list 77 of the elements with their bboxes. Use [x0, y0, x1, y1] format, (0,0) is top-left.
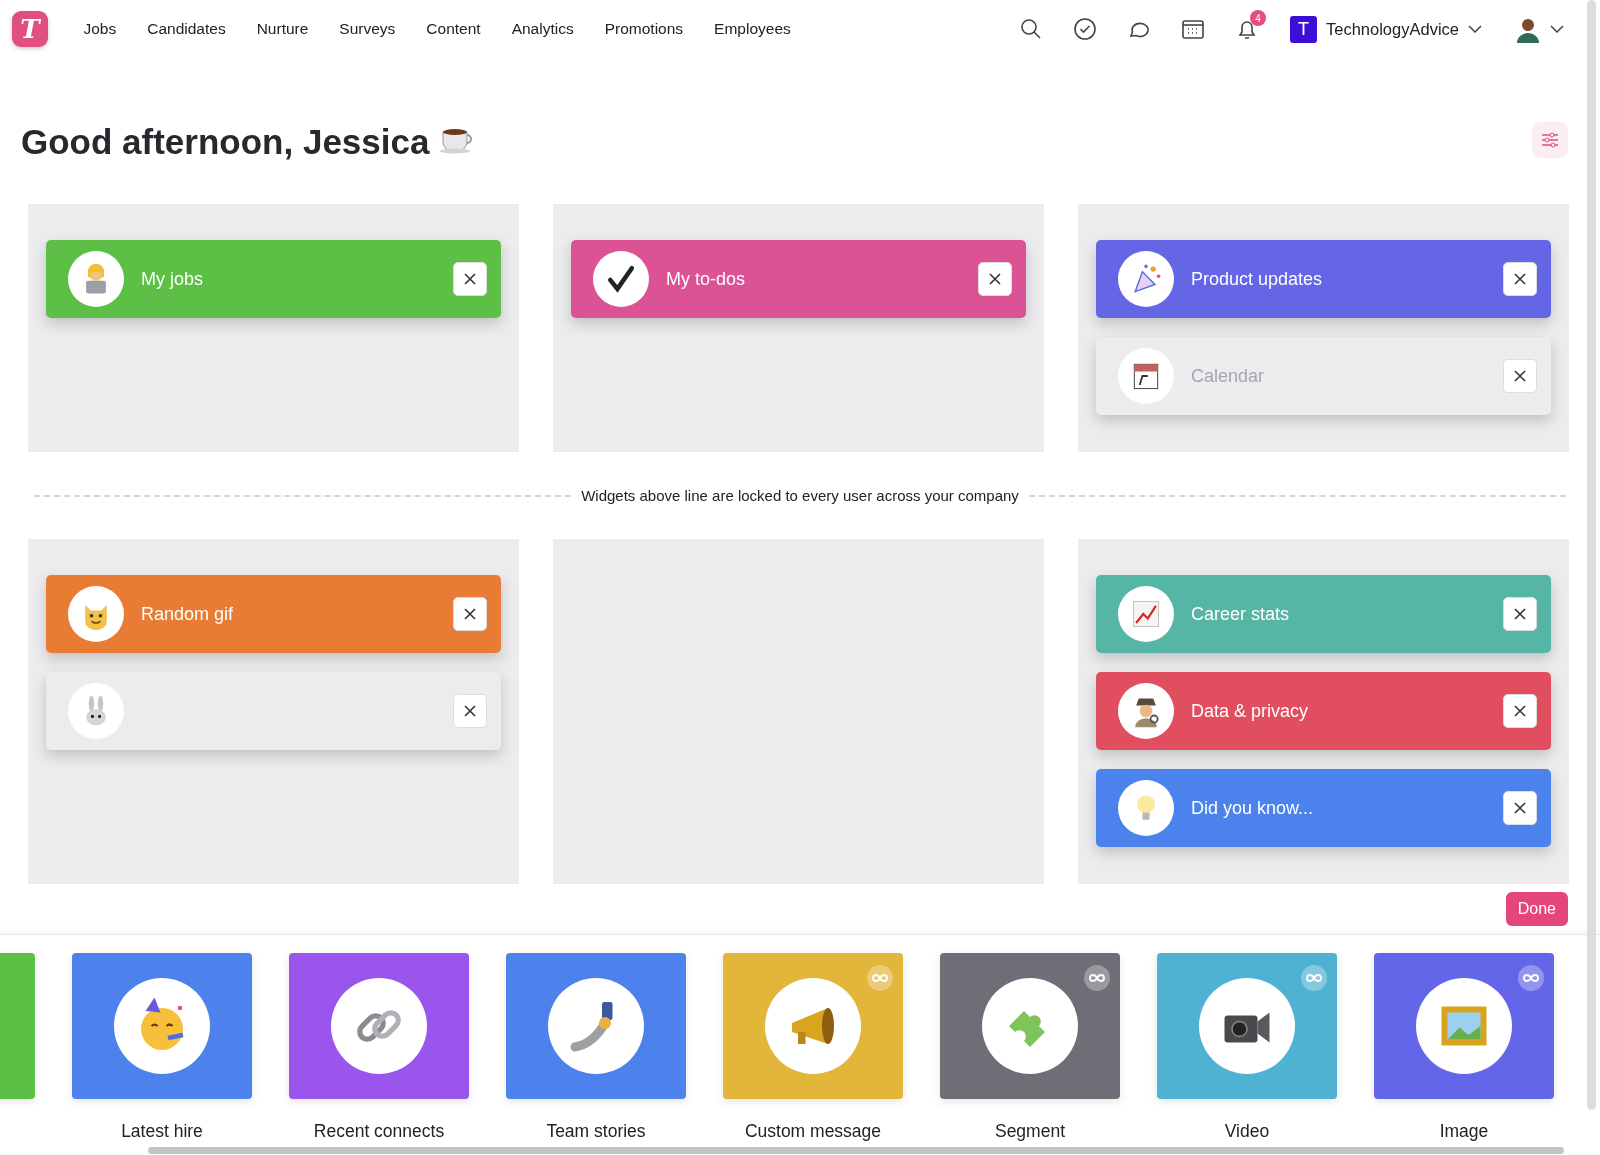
tile-label: Segment: [994, 1121, 1065, 1142]
nav-link[interactable]: Employees: [714, 20, 791, 38]
infinity-icon: [1522, 973, 1540, 983]
infinity-icon: [1088, 973, 1106, 983]
tile-label: Latest hire: [121, 1121, 203, 1142]
widget-title: My jobs: [141, 268, 204, 290]
tile-label: Video: [1224, 1121, 1270, 1142]
remove-widget-button[interactable]: [453, 694, 487, 728]
nav-link[interactable]: Surveys: [339, 20, 396, 38]
close-icon: [463, 607, 477, 621]
widget-card[interactable]: My jobs: [46, 240, 501, 318]
nav-link[interactable]: Candidates: [147, 20, 226, 38]
nav-link[interactable]: Jobs: [83, 20, 117, 38]
widget-tile[interactable]: [940, 953, 1120, 1099]
remove-widget-button[interactable]: [453, 262, 487, 296]
remove-widget-button[interactable]: [1503, 694, 1537, 728]
close-icon: [1513, 801, 1527, 815]
tile-label: Team stories: [546, 1121, 646, 1142]
calendar-icon: [1181, 17, 1205, 41]
chevron-down-icon: [1468, 25, 1482, 33]
widget-tile[interactable]: [506, 953, 686, 1099]
remove-widget-button[interactable]: [1503, 262, 1537, 296]
remove-widget-button[interactable]: [978, 262, 1012, 296]
nav-link[interactable]: Content: [426, 20, 481, 38]
horizontal-scrollbar[interactable]: [148, 1147, 1564, 1154]
widget-title: Did you know...: [1191, 797, 1315, 819]
nav-link[interactable]: Promotions: [604, 20, 684, 38]
widget-tile[interactable]: [289, 953, 469, 1099]
settings-button[interactable]: [1532, 122, 1568, 158]
widget-title: Calendar: [1191, 365, 1266, 387]
tile-label: Custom message: [744, 1121, 882, 1142]
widget-title: Random gif: [141, 603, 235, 625]
close-icon: [463, 704, 477, 718]
widget-card[interactable]: Data & privacy: [1096, 672, 1551, 750]
remove-widget-button[interactable]: [1503, 791, 1537, 825]
widget-tile[interactable]: [723, 953, 903, 1099]
notification-badge: 4: [1250, 10, 1266, 26]
close-icon: [1513, 607, 1527, 621]
close-icon: [463, 272, 477, 286]
remove-widget-button[interactable]: [453, 597, 487, 631]
close-icon: [1513, 272, 1527, 286]
widget-title: Data & privacy: [1191, 700, 1310, 722]
locked-widgets-note: Widgets above line are locked to every user across your company: [581, 487, 1019, 504]
widget-card[interactable]: Career stats: [1096, 575, 1551, 653]
organization-menu[interactable]: T TechnologyAdvice: [1284, 14, 1488, 44]
nav-link[interactable]: Nurture: [256, 20, 309, 38]
greeting-title: Good afternoon, Jessica: [21, 122, 430, 162]
tile-label: Image: [1439, 1121, 1489, 1142]
widget-card[interactable]: My to-dos: [571, 240, 1026, 318]
remove-widget-button[interactable]: [1503, 597, 1537, 631]
widget-title: Product updates: [1191, 268, 1324, 290]
organization-name: TechnologyAdvice: [1326, 19, 1459, 39]
close-icon: [1513, 369, 1527, 383]
chevron-down-icon: [1550, 25, 1564, 33]
infinity-icon: [871, 973, 889, 983]
widget-tile[interactable]: [72, 953, 252, 1099]
organization-logo: T: [1290, 15, 1317, 43]
widget-card[interactable]: Product updates: [1096, 240, 1551, 318]
close-icon: [1513, 704, 1527, 718]
infinity-icon: [1305, 973, 1323, 983]
widget-card[interactable]: Random gif: [46, 575, 501, 653]
app-logo[interactable]: T: [12, 11, 48, 47]
remove-widget-button[interactable]: [1503, 359, 1537, 393]
done-button[interactable]: Done: [1505, 892, 1568, 926]
nav-link[interactable]: Analytics: [511, 20, 574, 38]
widget-card[interactable]: Did you know...: [1096, 769, 1551, 847]
notifications-button[interactable]: 4: [1228, 10, 1266, 48]
widget-tile[interactable]: [1374, 953, 1554, 1099]
tile-label: Recent connects: [313, 1121, 445, 1142]
widget-title: My to-dos: [666, 268, 747, 290]
close-icon: [988, 272, 1002, 286]
widget-title: Career stats: [1191, 603, 1291, 625]
vertical-scrollbar[interactable]: [1587, 0, 1596, 1110]
check-circle-icon: [1073, 17, 1097, 41]
widget-tile[interactable]: [1157, 953, 1337, 1099]
sliders-icon: [1540, 130, 1560, 150]
search-icon: [1019, 17, 1043, 41]
